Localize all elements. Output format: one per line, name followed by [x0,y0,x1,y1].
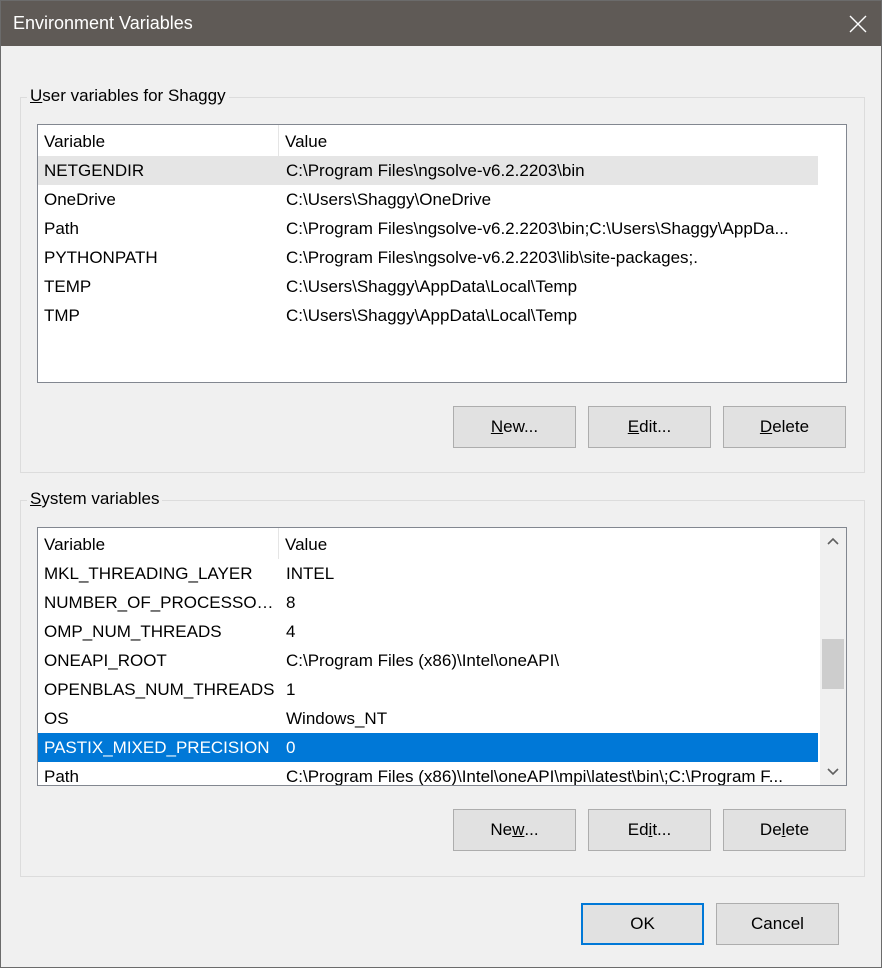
variable-name-cell: OS [44,709,69,728]
list-body: MKL_THREADING_LAYER INTEL NUMBER_OF_PROCES… [38,559,818,786]
table-row[interactable]: PYTHONPATH C:\Program Files\ngsolve-v6.2.… [38,243,818,272]
chevron-down-icon [827,768,839,776]
variable-value-cell: INTEL [286,564,335,583]
variable-value-cell: C:\Program Files (x86)\Intel\oneAPI\mpi\… [286,767,783,786]
variable-value-cell: Windows_NT [286,709,388,728]
variable-name-cell: NETGENDIR [44,161,145,180]
scroll-down-button[interactable] [820,759,846,785]
variable-name-cell: NUMBER_OF_PROCESSORS [44,593,279,612]
variable-value-cell: 4 [286,622,296,641]
column-header-variable[interactable]: Variable [38,528,279,559]
variable-name-cell: OneDrive [44,190,116,209]
table-row[interactable]: OneDrive C:\Users\Shaggy\OneDrive [38,185,818,214]
column-header-variable[interactable]: Variable [38,125,279,156]
table-row[interactable]: NETGENDIR C:\Program Files\ngsolve-v6.2.2… [38,156,818,185]
variable-value-cell: C:\Program Files\ngsolve-v6.2.2203\bin [286,161,585,180]
system-edit-button[interactable]: Ed i t... [588,809,711,851]
list-body: NETGENDIR C:\Program Files\ngsolve-v6.2.2… [38,156,818,330]
variable-value-cell: C:\Users\Shaggy\AppData\Local\Temp [286,277,578,296]
table-row[interactable]: TEMP C:\Users\Shaggy\AppData\Local\Temp [38,272,818,301]
system-variables-list[interactable]: Variable Value MKL_THREADING_LAYER INTEL N… [37,527,847,786]
table-row[interactable]: OMP_NUM_THREADS 4 [38,617,818,646]
variable-value-cell: C:\Program Files (x86)\Intel\oneAPI\ [286,651,560,670]
variable-name-cell: Path [44,767,79,786]
table-row[interactable]: NUMBER_OF_PROCESSORS 8 [38,588,818,617]
variable-name-cell: OPENBLAS_NUM_THREADS [44,680,275,699]
variable-name-cell: ONEAPI_ROOT [44,651,167,670]
variable-value-cell: C:\Program Files\ngsolve-v6.2.2203\lib\s… [286,248,698,267]
system-delete-button[interactable]: De l ete [723,809,846,851]
variable-name-cell: Path [44,219,79,238]
variable-name-cell: PASTIX_MIXED_PRECISION [44,738,270,757]
user-variables-title: User variables for Shaggy [27,86,229,106]
variable-value-cell: C:\Users\Shaggy\AppData\Local\Temp [286,306,578,325]
table-row[interactable]: PASTIX_MIXED_PRECISION 0 [38,733,818,762]
variable-name-cell: TMP [44,306,80,325]
vertical-scrollbar[interactable] [820,528,846,785]
cancel-button[interactable]: Cancel [716,903,839,945]
ok-button-label: OK [630,914,655,933]
window-title: Environment Variables [13,13,193,33]
environment-variables-dialog: Environment Variables User variables for… [0,0,882,968]
variable-name-cell: MKL_THREADING_LAYER [44,564,253,583]
table-row[interactable]: OS Windows_NT [38,704,818,733]
title-bar: Environment Variables [1,1,881,46]
variable-name-cell: OMP_NUM_THREADS [44,622,222,641]
scroll-thumb[interactable] [822,639,844,690]
list-header: Variable Value [38,528,818,559]
variable-value-cell: C:\Users\Shaggy\OneDrive [286,190,492,209]
column-header-value[interactable]: Value [279,528,818,559]
variable-value-cell: C:\Program Files\ngsolve-v6.2.2203\bin;C… [286,219,789,238]
system-variables-title: System variables [27,489,163,509]
close-icon [849,15,867,32]
table-row[interactable]: Path C:\Program Files\ngsolve-v6.2.2203\b… [38,214,818,243]
cancel-button-label: Cancel [751,914,804,933]
table-row[interactable]: MKL_THREADING_LAYER INTEL [38,559,818,588]
column-header-value[interactable]: Value [279,125,818,156]
variable-value-cell: 0 [286,738,296,757]
table-row[interactable]: OPENBLAS_NUM_THREADS 1 [38,675,818,704]
variable-value-cell: 1 [286,680,296,699]
user-new-button[interactable]: New... [453,406,576,448]
user-edit-button[interactable]: Edit... [588,406,711,448]
user-variables-list[interactable]: Variable Value NETGENDIR C:\Program Files… [37,124,847,383]
close-button[interactable] [835,1,881,46]
table-row[interactable]: Path C:\Program Files (x86)\Intel\oneAPI\… [38,762,818,786]
ok-button[interactable]: OK [581,903,704,945]
variable-name-cell: TEMP [44,277,92,296]
variable-name-cell: PYTHONPATH [44,248,158,267]
user-delete-button[interactable]: Delete [723,406,846,448]
chevron-up-icon [827,537,839,545]
table-row[interactable]: TMP C:\Users\Shaggy\AppData\Local\Temp [38,301,818,330]
scroll-up-button[interactable] [820,528,846,554]
system-new-button[interactable]: Ne w... [453,809,576,851]
list-header: Variable Value [38,125,818,156]
variable-value-cell: 8 [286,593,296,612]
table-row[interactable]: ONEAPI_ROOT C:\Program Files (x86)\Intel\… [38,646,818,675]
